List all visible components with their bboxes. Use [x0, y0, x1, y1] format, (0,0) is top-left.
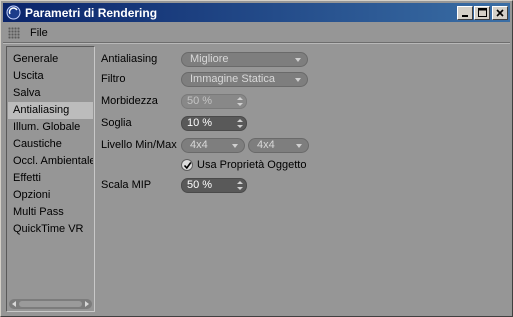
- usa-proprieta-label[interactable]: Usa Proprietà Oggetto: [197, 159, 306, 171]
- scala-mip-label: Scala MIP: [101, 179, 152, 191]
- antialiasing-settings-panel: Antialiasing Migliore Filtro Immagine St…: [101, 46, 509, 312]
- maximize-icon: [477, 8, 487, 17]
- window-title: Parametri di Rendering: [25, 5, 158, 20]
- scroll-right-icon[interactable]: [85, 301, 89, 307]
- sidebar-item-multi-pass[interactable]: Multi Pass: [8, 204, 93, 221]
- sidebar-item-occl-ambientale[interactable]: Occl. Ambientale: [8, 153, 93, 170]
- soglia-row: Soglia: [101, 114, 181, 132]
- soglia-label: Soglia: [101, 117, 132, 129]
- sidebar-list: Generale Uscita Salva Antialiasing Illum…: [8, 51, 93, 238]
- antialiasing-row: Antialiasing: [101, 50, 181, 68]
- menu-bar: File: [3, 23, 510, 42]
- sidebar-item-effetti[interactable]: Effetti: [8, 170, 93, 187]
- sidebar-horizontal-scrollbar[interactable]: [9, 299, 92, 309]
- minimize-button[interactable]: [457, 5, 473, 20]
- antialiasing-label: Antialiasing: [101, 53, 158, 65]
- sidebar-item-antialiasing[interactable]: Antialiasing: [8, 102, 93, 119]
- soglia-stepper[interactable]: 10 %: [181, 116, 247, 131]
- up-down-arrows-icon[interactable]: [237, 119, 243, 128]
- menu-divider: [3, 42, 510, 44]
- livello-min-value: 4x4: [190, 139, 208, 151]
- up-down-arrows-icon[interactable]: [237, 181, 243, 190]
- scala-mip-value: 50 %: [187, 179, 213, 191]
- chevron-down-icon: [295, 78, 301, 82]
- sidebar-item-illum-globale[interactable]: Illum. Globale: [8, 119, 93, 136]
- scrollbar-thumb[interactable]: [19, 301, 82, 307]
- filtro-value: Immagine Statica: [190, 73, 275, 85]
- antialiasing-dropdown[interactable]: Migliore: [181, 52, 308, 67]
- livello-min-dropdown[interactable]: 4x4: [181, 138, 245, 153]
- chevron-down-icon: [295, 58, 301, 62]
- minimize-icon: [462, 14, 468, 17]
- sidebar-item-quicktime-vr[interactable]: QuickTime VR: [8, 221, 93, 238]
- menu-file[interactable]: File: [26, 27, 52, 39]
- app-logo-icon: [6, 5, 21, 20]
- close-icon: [496, 8, 504, 17]
- chevron-down-icon: [232, 144, 238, 148]
- sidebar-item-salva[interactable]: Salva: [8, 85, 93, 102]
- antialiasing-value: Migliore: [190, 53, 229, 65]
- filtro-dropdown[interactable]: Immagine Statica: [181, 72, 308, 87]
- livello-max-value: 4x4: [257, 139, 275, 151]
- soglia-value: 10 %: [187, 117, 213, 129]
- morbidezza-label: Morbidezza: [101, 95, 158, 107]
- morbidezza-row: Morbidezza: [101, 92, 181, 110]
- sidebar-item-generale[interactable]: Generale: [8, 51, 93, 68]
- livello-max-dropdown[interactable]: 4x4: [248, 138, 309, 153]
- filtro-label: Filtro: [101, 73, 126, 85]
- render-settings-window: Parametri di Rendering File Generale Usc…: [0, 0, 513, 317]
- morbidezza-value: 50 %: [187, 95, 213, 107]
- maximize-button[interactable]: [474, 5, 490, 20]
- sidebar-item-caustiche[interactable]: Caustiche: [8, 136, 93, 153]
- close-button[interactable]: [492, 5, 508, 20]
- usa-proprieta-checkbox[interactable]: [181, 159, 193, 171]
- up-down-arrows-icon[interactable]: [237, 97, 243, 106]
- grip-handle-icon[interactable]: [8, 26, 20, 39]
- settings-sidebar: Generale Uscita Salva Antialiasing Illum…: [6, 46, 95, 312]
- title-bar[interactable]: Parametri di Rendering: [3, 3, 510, 22]
- livello-row: Livello Min/Max: [101, 136, 181, 154]
- livello-label: Livello Min/Max: [101, 139, 177, 151]
- scala-mip-stepper[interactable]: 50 %: [181, 178, 247, 193]
- morbidezza-stepper[interactable]: 50 %: [181, 94, 247, 109]
- checkmark-icon: [183, 161, 191, 169]
- filtro-row: Filtro: [101, 70, 181, 88]
- sidebar-item-uscita[interactable]: Uscita: [8, 68, 93, 85]
- sidebar-item-opzioni[interactable]: Opzioni: [8, 187, 93, 204]
- scala-mip-row: Scala MIP: [101, 176, 181, 194]
- chevron-down-icon: [296, 144, 302, 148]
- scroll-left-icon[interactable]: [12, 301, 16, 307]
